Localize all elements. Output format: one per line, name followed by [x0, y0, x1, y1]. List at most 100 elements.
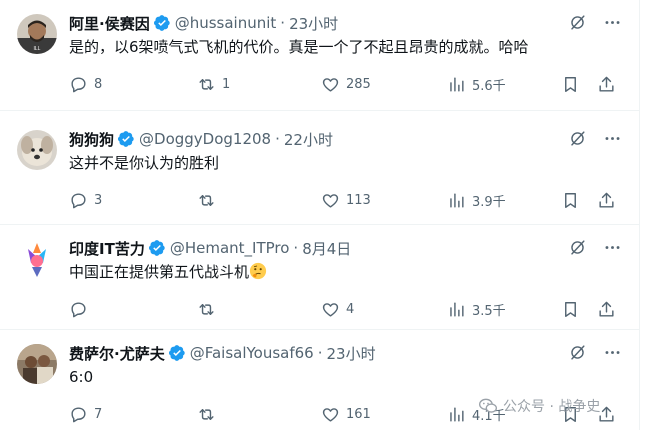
reply-icon	[71, 76, 86, 92]
verified-badge-icon	[153, 15, 170, 31]
tweet[interactable]: 狗狗狗 @DoggyDog1208 · 22小时 这并不是你认为的胜利 3 11…	[0, 116, 640, 225]
separator-dot: ·	[293, 239, 299, 257]
tweet-top-actions	[568, 343, 622, 362]
more-icon[interactable]	[603, 238, 622, 257]
views-button[interactable]: 3.9千	[447, 189, 506, 211]
bookmark-icon	[565, 76, 576, 92]
user-handle[interactable]: @hussainunit	[175, 14, 277, 32]
view-count: 3.9千	[472, 194, 506, 210]
like-button[interactable]: 4	[321, 298, 354, 320]
bookmark-icon	[565, 192, 576, 208]
display-name[interactable]: 费萨尔·尤萨夫	[69, 343, 165, 364]
retweet-button[interactable]	[197, 298, 222, 320]
share-icon	[599, 76, 614, 92]
views-chart-icon	[450, 301, 464, 317]
tweet[interactable]: 印度IT苦力 @Hemant_ITPro · 8月4日 中国正在提供第五代战斗机	[0, 225, 640, 330]
reply-count: 8	[94, 76, 103, 92]
share-button[interactable]	[597, 189, 622, 211]
avatar[interactable]	[17, 130, 57, 170]
reply-button[interactable]: 7	[69, 403, 102, 425]
tweet-top-actions	[568, 13, 622, 32]
tweet-actions: 3 113 3.9千	[69, 189, 622, 211]
tweet-text: 是的，以6架喷气式飞机的代价。真是一个了不起且昂贵的成就。哈哈	[69, 38, 529, 56]
tweet-header: 阿里·侯赛因 @hussainunit · 23小时	[69, 12, 338, 34]
share-button[interactable]	[597, 403, 622, 425]
share-icon	[599, 301, 614, 317]
like-button[interactable]: 113	[321, 189, 371, 211]
user-handle[interactable]: @Hemant_ITPro	[170, 239, 290, 257]
bookmark-button[interactable]	[561, 73, 586, 95]
grok-icon[interactable]	[568, 129, 587, 148]
heart-icon	[322, 193, 339, 208]
reply-button[interactable]	[69, 298, 94, 320]
avatar[interactable]: ILL	[17, 14, 57, 54]
thinking-face-emoji-icon	[249, 262, 267, 280]
tweet-header: 费萨尔·尤萨夫 @FaisalYousaf66 · 23小时	[69, 342, 376, 364]
tweet-header: 狗狗狗 @DoggyDog1208 · 22小时	[69, 128, 333, 150]
more-icon[interactable]	[603, 343, 622, 362]
separator-dot: ·	[275, 130, 280, 148]
retweet-count: 1	[222, 76, 231, 92]
avatar[interactable]	[17, 344, 57, 384]
grok-icon[interactable]	[568, 343, 587, 362]
grok-icon[interactable]	[568, 13, 587, 32]
retweet-icon	[199, 194, 214, 206]
retweet-button[interactable]: 1	[197, 73, 230, 95]
bookmark-button[interactable]	[561, 189, 586, 211]
avatar[interactable]	[17, 239, 57, 279]
views-chart-icon	[450, 76, 464, 92]
bookmark-icon	[565, 301, 576, 317]
retweet-button[interactable]	[197, 189, 222, 211]
reply-button[interactable]: 3	[69, 189, 102, 211]
views-button[interactable]: 5.6千	[447, 73, 506, 95]
timestamp[interactable]: 23小时	[327, 343, 376, 364]
like-count: 285	[346, 76, 371, 92]
like-count: 161	[346, 406, 371, 422]
reply-icon	[71, 192, 86, 208]
bookmark-button[interactable]	[561, 298, 586, 320]
tweet-header: 印度IT苦力 @Hemant_ITPro · 8月4日	[69, 237, 351, 259]
share-button[interactable]	[597, 73, 622, 95]
like-count: 4	[346, 301, 355, 317]
reply-icon	[71, 406, 86, 422]
timestamp[interactable]: 23小时	[289, 13, 338, 34]
separator-dot: ·	[280, 14, 286, 32]
views-button[interactable]: 3.5千	[447, 298, 506, 320]
heart-icon	[322, 407, 339, 422]
timestamp[interactable]: 8月4日	[302, 238, 351, 259]
reply-button[interactable]: 8	[69, 73, 102, 95]
views-chart-icon	[450, 406, 464, 422]
tweet-top-actions	[568, 129, 622, 148]
svg-text:ILL: ILL	[34, 46, 41, 52]
display-name[interactable]: 印度IT苦力	[69, 238, 145, 259]
more-icon[interactable]	[603, 129, 622, 148]
tweet-text: 这并不是你认为的胜利	[69, 154, 220, 172]
share-button[interactable]	[597, 298, 622, 320]
user-handle[interactable]: @DoggyDog1208	[139, 130, 271, 148]
retweet-icon	[199, 303, 214, 315]
watermark: 公众号 · 战争史	[478, 396, 600, 416]
tweet-actions: 8 1 285 5.6千	[69, 73, 622, 95]
verified-badge-icon	[148, 240, 165, 256]
like-button[interactable]: 161	[321, 403, 371, 425]
tweet-actions: 4 3.5千	[69, 298, 622, 320]
user-handle[interactable]: @FaisalYousaf66	[190, 344, 314, 362]
display-name[interactable]: 狗狗狗	[69, 129, 114, 150]
view-count: 3.5千	[472, 303, 506, 319]
verified-badge-icon	[117, 131, 134, 147]
like-button[interactable]: 285	[321, 73, 371, 95]
tweet-top-actions	[568, 238, 622, 257]
more-icon[interactable]	[603, 13, 622, 32]
tweet-feed: ILL 阿里·侯赛因 @hussainunit · 23小时 是的，以6架喷气式…	[0, 0, 640, 430]
timestamp[interactable]: 22小时	[284, 129, 333, 150]
heart-icon	[322, 302, 339, 317]
reply-icon	[71, 301, 86, 317]
tweet[interactable]: ILL 阿里·侯赛因 @hussainunit · 23小时 是的，以6架喷气式…	[0, 0, 640, 111]
grok-icon[interactable]	[568, 238, 587, 257]
view-count: 5.6千	[472, 78, 506, 94]
heart-icon	[322, 77, 339, 92]
share-icon	[599, 192, 614, 208]
retweet-icon	[199, 78, 214, 90]
display-name[interactable]: 阿里·侯赛因	[69, 13, 150, 34]
retweet-button[interactable]	[197, 403, 222, 425]
